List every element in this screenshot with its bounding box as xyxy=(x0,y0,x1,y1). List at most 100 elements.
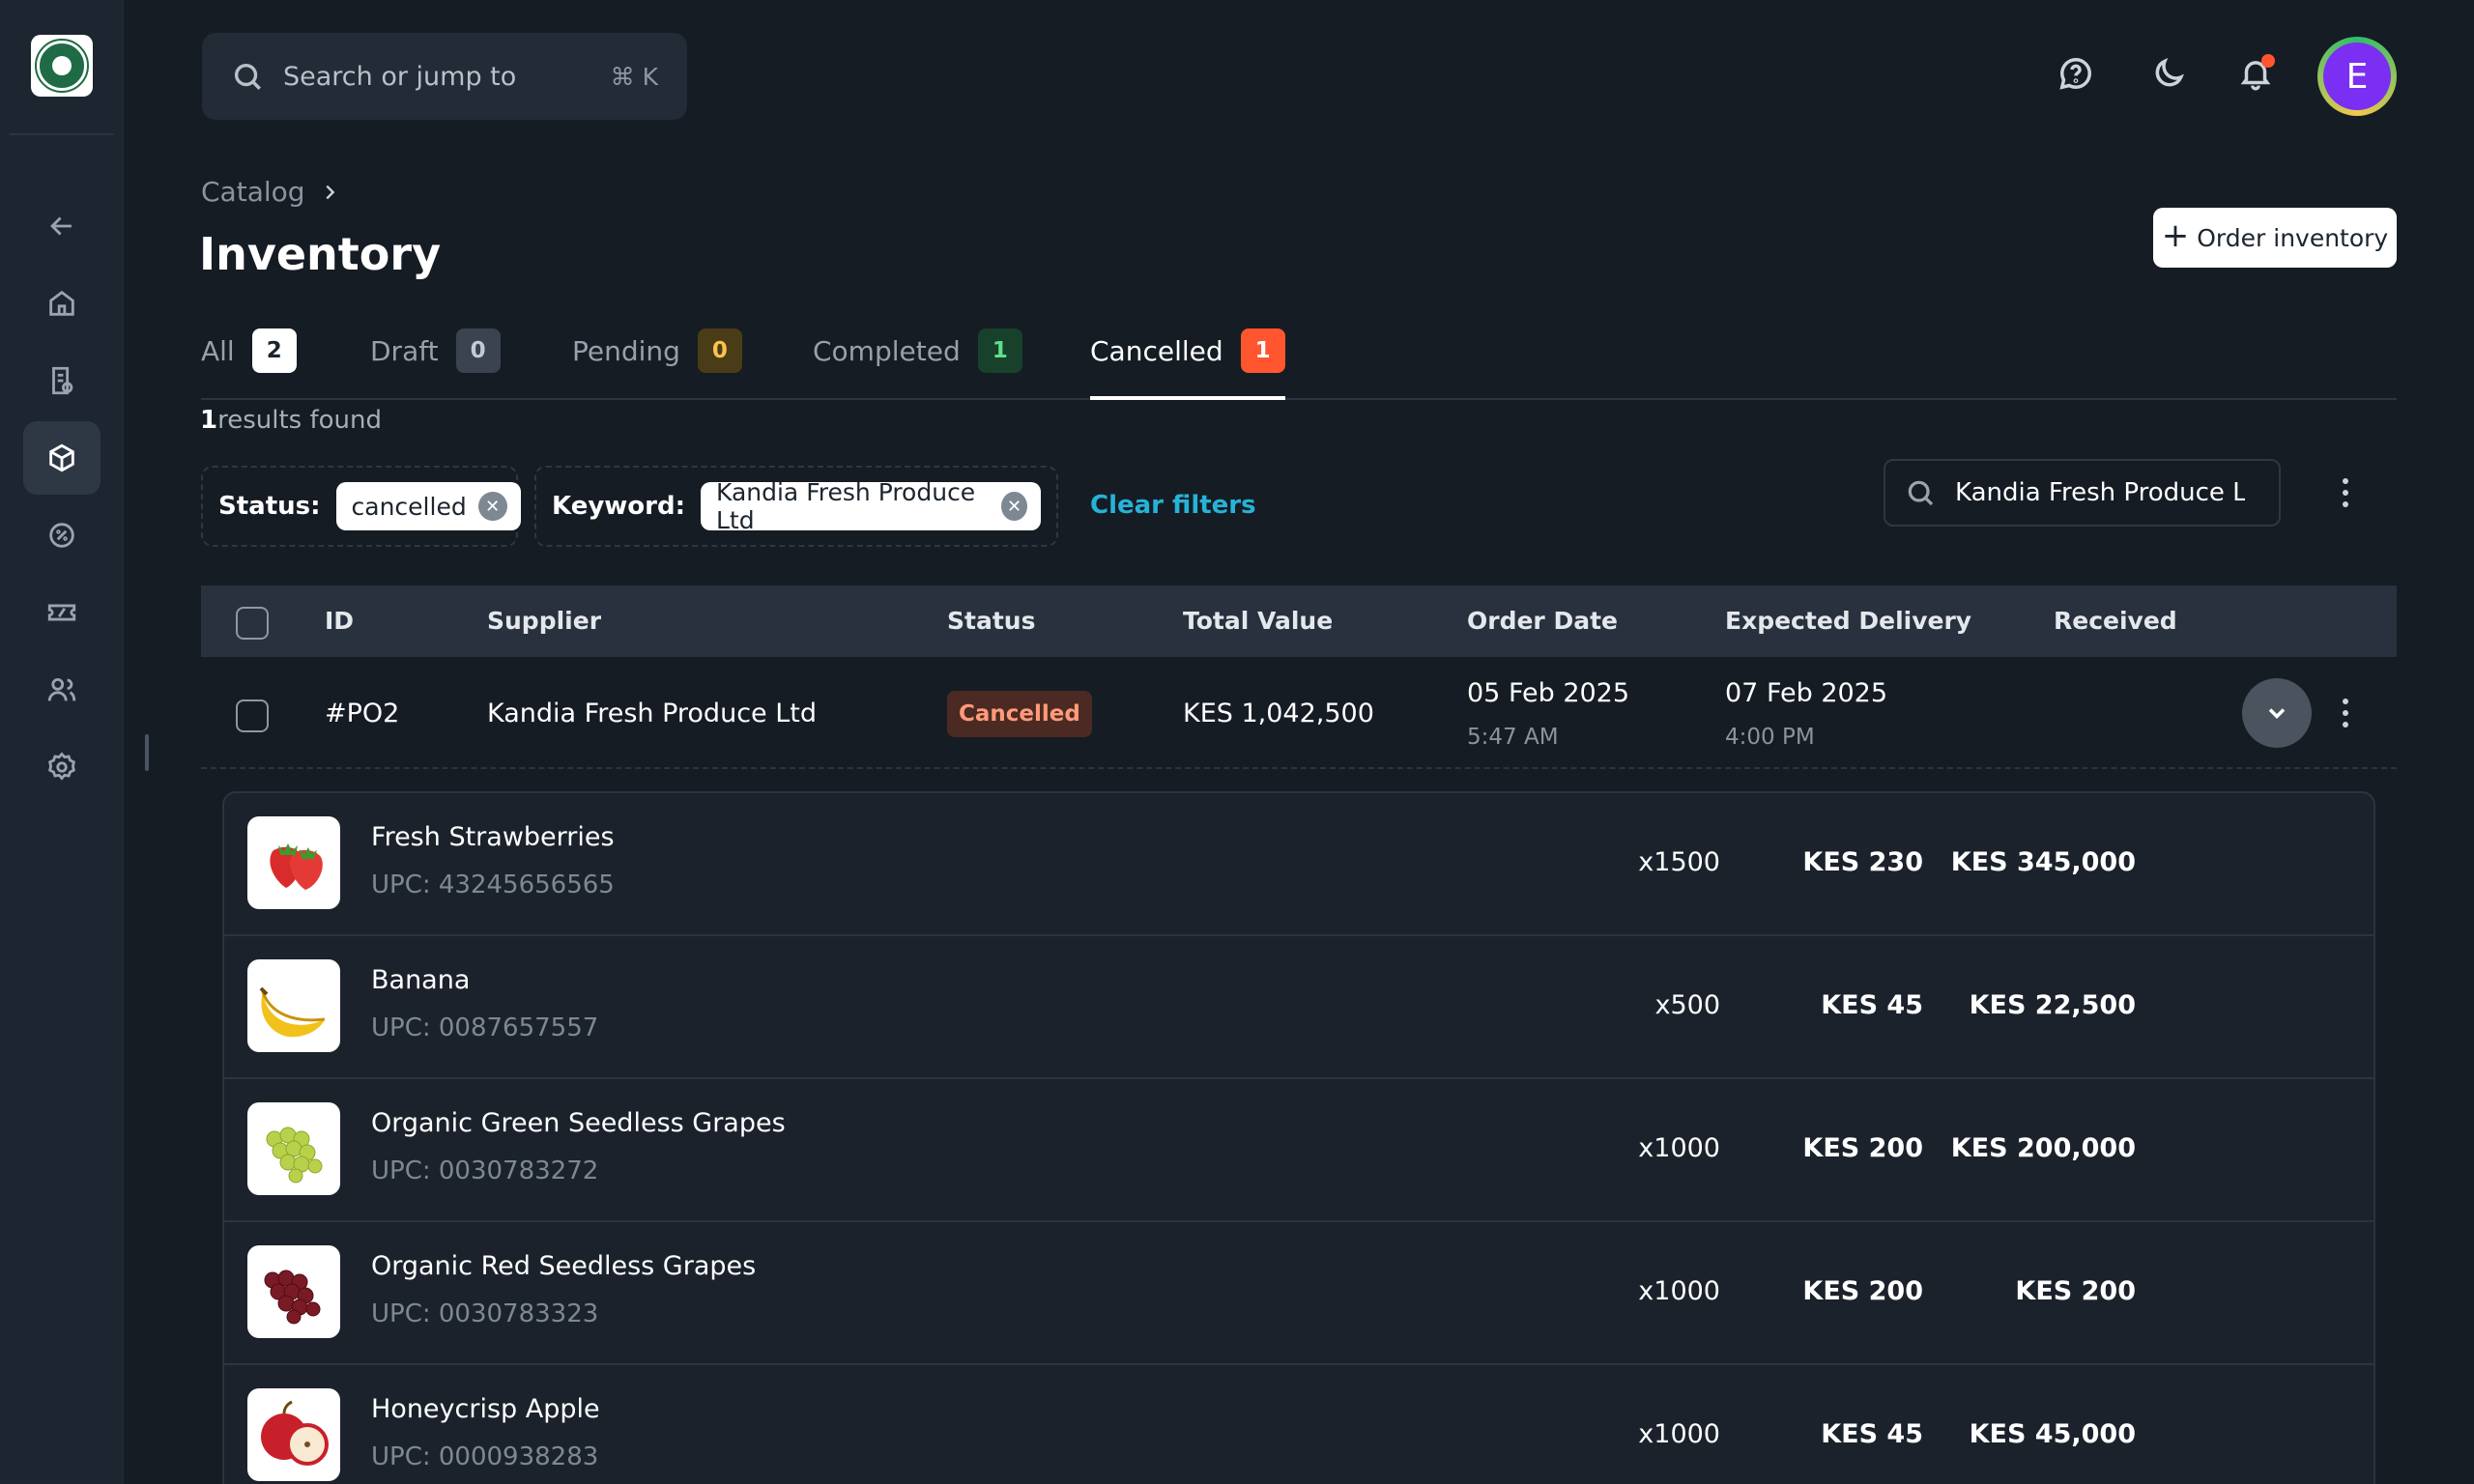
sidebar-item-inventory[interactable] xyxy=(23,421,101,495)
list-item: Fresh Strawberries UPC: 43245656565 x150… xyxy=(224,793,2373,936)
select-all-checkbox[interactable] xyxy=(236,607,269,640)
list-item: Honeycrisp Apple UPC: 0000938283 x1000 K… xyxy=(224,1365,2373,1484)
box-icon xyxy=(49,443,74,472)
item-upc: UPC: 43245656565 xyxy=(371,870,615,899)
sidebar-item-tickets[interactable] xyxy=(23,576,101,649)
item-upc: UPC: 0030783323 xyxy=(371,1299,599,1328)
tab-label: Cancelled xyxy=(1090,335,1223,367)
page-title: Inventory xyxy=(199,228,442,280)
tab-completed[interactable]: Completed 1 xyxy=(813,327,1022,400)
strawberry-thumbnail xyxy=(247,816,340,909)
global-search-placeholder: Search or jump to xyxy=(283,61,517,92)
sidebar-item-settings[interactable] xyxy=(23,730,101,804)
help-button[interactable] xyxy=(2051,48,2101,99)
tab-label: Pending xyxy=(572,335,680,367)
item-name: Organic Green Seedless Grapes xyxy=(371,1108,786,1138)
tab-count-badge: 1 xyxy=(1240,328,1285,373)
column-header-id[interactable]: ID xyxy=(325,585,354,657)
table-search-input[interactable] xyxy=(1955,478,2245,507)
search-icon xyxy=(1908,480,1934,506)
plus-icon: + xyxy=(2161,216,2190,255)
table-row[interactable]: #PO2 Kandia Fresh Produce Ltd Cancelled … xyxy=(201,657,2397,769)
item-unit-price: KES 45 xyxy=(1821,990,1923,1020)
item-unit-price: KES 230 xyxy=(1802,847,1923,877)
item-name: Honeycrisp Apple xyxy=(371,1394,600,1424)
order-items-list: Fresh Strawberries UPC: 43245656565 x150… xyxy=(222,791,2375,1484)
list-item: Banana UPC: 0087657557 x500 KES 45 KES 2… xyxy=(224,936,2373,1079)
tab-cancelled[interactable]: Cancelled 1 xyxy=(1090,327,1285,400)
item-name: Banana xyxy=(371,965,471,995)
status-filter-key: Status: xyxy=(218,492,321,521)
banana-thumbnail xyxy=(247,959,340,1052)
tab-draft[interactable]: Draft 0 xyxy=(370,327,501,400)
breadcrumb: Catalog xyxy=(201,176,340,208)
item-quantity: x1500 xyxy=(1638,847,1720,877)
status-badge: Cancelled xyxy=(947,691,1092,737)
item-quantity: x1000 xyxy=(1638,1419,1720,1449)
keyword-filter-chip: Kandia Fresh Produce Ltd ✕ xyxy=(701,478,1041,534)
table-options-button[interactable] xyxy=(2326,473,2365,512)
sidebar-item-discounts[interactable] xyxy=(23,499,101,572)
status-tabs: All 2 Draft 0 Pending 0 Completed 1 Canc… xyxy=(201,327,2397,400)
global-search[interactable]: Search or jump to ⌘ K xyxy=(202,33,687,120)
home-icon xyxy=(49,290,74,316)
ticket-icon xyxy=(47,604,76,621)
list-item: Organic Green Seedless Grapes UPC: 00307… xyxy=(224,1079,2373,1222)
keyword-filter-key: Keyword: xyxy=(552,492,685,521)
column-header-total-value[interactable]: Total Value xyxy=(1183,585,1333,657)
chevron-right-icon xyxy=(325,185,334,199)
theme-toggle[interactable] xyxy=(2143,48,2194,99)
moon-icon xyxy=(2155,58,2184,87)
back-button[interactable] xyxy=(23,189,101,263)
row-options-button[interactable] xyxy=(2326,694,2365,732)
item-unit-price: KES 200 xyxy=(1802,1133,1923,1163)
remove-status-filter-button[interactable]: ✕ xyxy=(477,492,507,521)
tab-all[interactable]: All 2 xyxy=(201,327,297,400)
column-header-expected-delivery[interactable]: Expected Delivery xyxy=(1725,585,1971,657)
order-id: #PO2 xyxy=(325,699,400,728)
notification-dot xyxy=(2261,54,2275,68)
app-logo[interactable] xyxy=(31,35,93,97)
item-total: KES 22,500 xyxy=(1969,990,2136,1020)
sidebar-divider xyxy=(10,133,114,135)
row-checkbox[interactable] xyxy=(236,699,269,732)
red-grapes-thumbnail xyxy=(247,1245,340,1338)
order-inventory-button[interactable]: + Order inventory xyxy=(2153,208,2397,268)
item-total: KES 200 xyxy=(2015,1276,2136,1306)
sidebar-resize-handle[interactable] xyxy=(145,734,149,771)
clear-filters-button[interactable]: Clear filters xyxy=(1090,491,1256,520)
breadcrumb-catalog[interactable]: Catalog xyxy=(201,176,305,208)
sidebar-item-users[interactable] xyxy=(23,653,101,727)
tab-count-badge: 2 xyxy=(251,328,297,373)
supplier-name: Kandia Fresh Produce Ltd xyxy=(487,699,817,728)
item-total: KES 200,000 xyxy=(1950,1133,2136,1163)
order-inventory-label: Order inventory xyxy=(2197,223,2389,252)
column-header-order-date[interactable]: Order Date xyxy=(1467,585,1618,657)
order-time: 5:47 AM xyxy=(1467,725,1559,750)
avatar[interactable]: E xyxy=(2317,37,2397,116)
table-header: ID Supplier Status Total Value Order Dat… xyxy=(201,585,2397,657)
expand-row-button[interactable] xyxy=(2242,678,2312,748)
remove-keyword-filter-button[interactable]: ✕ xyxy=(1001,492,1027,521)
column-header-received[interactable]: Received xyxy=(2054,585,2177,657)
total-value: KES 1,042,500 xyxy=(1183,699,1374,728)
item-unit-price: KES 200 xyxy=(1802,1276,1923,1306)
sidebar-item-orders[interactable] xyxy=(23,344,101,417)
column-header-status[interactable]: Status xyxy=(947,585,1035,657)
column-header-supplier[interactable]: Supplier xyxy=(487,585,601,657)
table-search xyxy=(1884,459,2281,527)
notifications-button[interactable] xyxy=(2230,48,2281,99)
green-grapes-thumbnail xyxy=(247,1102,340,1195)
logo-mark xyxy=(35,39,89,93)
sidebar-item-home[interactable] xyxy=(23,267,101,340)
item-quantity: x1000 xyxy=(1638,1276,1720,1306)
tab-label: All xyxy=(201,335,235,367)
chevron-down-icon xyxy=(2268,708,2286,719)
tab-pending[interactable]: Pending 0 xyxy=(572,327,742,400)
tab-label: Completed xyxy=(813,335,961,367)
delivery-time: 4:00 PM xyxy=(1725,725,1815,750)
status-filter-chip: cancelled ✕ xyxy=(335,482,521,530)
tab-count-badge: 0 xyxy=(697,328,742,373)
results-summary: 1results found xyxy=(200,406,382,435)
search-icon xyxy=(234,63,261,90)
